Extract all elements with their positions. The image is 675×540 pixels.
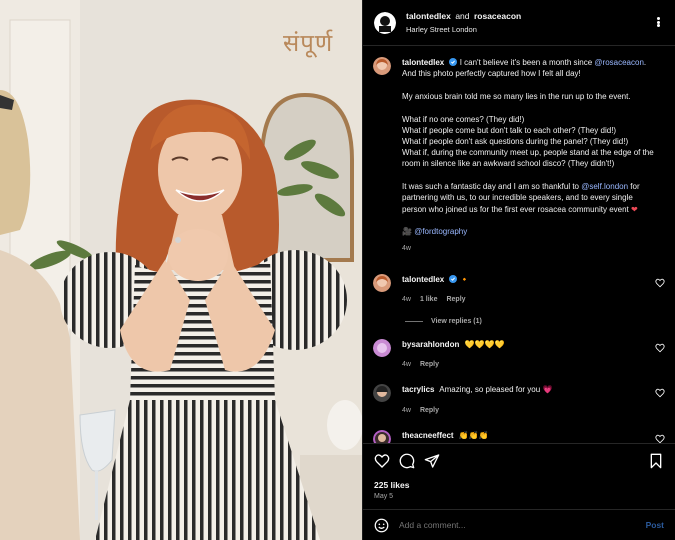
caption-time[interactable]: 4w — [402, 243, 411, 254]
comment-item: tacrylics Amazing, so pleased for you 💗 … — [373, 384, 665, 415]
caption-body: talontedlex I can't believe it's been a … — [402, 57, 658, 255]
caption-line-3a: What if no one comes? (They did!) — [402, 114, 525, 124]
reply-button[interactable]: Reply — [446, 294, 465, 305]
heart-emoji: ❤ — [631, 204, 638, 214]
comment-item: theacneeffect 👏👏👏 — [373, 429, 665, 443]
post-date: May 5 — [374, 493, 394, 500]
post-panel: talontedlex and rosaceacon Harley Street… — [362, 0, 675, 540]
comment-time[interactable]: 4w — [402, 405, 411, 416]
caption-text-4a: It was such a fantastic day and I am so … — [402, 182, 579, 192]
heart-outline-icon[interactable] — [655, 343, 665, 353]
heart-outline-icon[interactable] — [655, 388, 665, 398]
comment-time[interactable]: 4w — [402, 294, 411, 305]
comment-emoji: 👏👏👏 — [458, 430, 489, 440]
verified-badge-icon — [449, 274, 458, 283]
comment-time[interactable]: 4w — [402, 359, 411, 370]
share-paper-plane-icon[interactable] — [424, 453, 440, 469]
post-comment-button[interactable]: Post — [646, 520, 664, 530]
mention-fordtography[interactable]: @fordtography — [414, 227, 467, 236]
comments-section[interactable]: talontedlex I can't believe it's been a … — [363, 47, 675, 443]
caption-line-3b: What if people come but don't talk to ea… — [402, 125, 617, 135]
comment-bubble-icon[interactable] — [399, 453, 415, 469]
post-actions: 225 likes May 5 — [363, 443, 675, 509]
comment-emoji: 💛💛💛💛 — [464, 340, 505, 350]
comment-avatar[interactable] — [373, 429, 391, 443]
post-header: talontedlex and rosaceacon Harley Street… — [363, 0, 675, 46]
comment-input[interactable] — [399, 520, 646, 530]
add-comment-bar: Post — [363, 509, 675, 540]
header-text: talontedlex and rosaceacon Harley Street… — [406, 9, 521, 36]
view-replies-button[interactable]: View replies (1) — [405, 318, 665, 325]
comment-avatar[interactable] — [373, 384, 391, 403]
caption-line-3c: What if people don't ask questions durin… — [402, 137, 629, 147]
caption-line-3d: What if, during the community meet up, p… — [402, 148, 654, 169]
reply-button[interactable]: Reply — [420, 405, 439, 416]
verified-badge-icon — [449, 58, 458, 66]
comment-text: Amazing, so pleased for you — [439, 385, 541, 395]
comment-item: bysarahlondon 💛💛💛💛 4w Reply — [373, 339, 665, 370]
reply-button[interactable]: Reply — [420, 359, 439, 370]
mention-rosaceacon[interactable]: @rosaceacon — [594, 58, 643, 67]
author-username[interactable]: talontedlex — [406, 11, 451, 21]
bookmark-icon[interactable] — [648, 453, 664, 469]
comment-username[interactable]: theacneeffect — [402, 431, 454, 440]
wall-lettering: संपूर्ण — [283, 29, 334, 57]
more-options-icon[interactable] — [651, 15, 665, 29]
like-heart-icon[interactable] — [374, 453, 390, 469]
comment-emoji: 💗 — [542, 385, 553, 395]
mention-self-london[interactable]: @self.london — [581, 182, 628, 191]
comment-username[interactable]: bysarahlondon — [402, 340, 459, 349]
view-replies-label: View replies (1) — [431, 318, 482, 326]
emoji-smiley-icon[interactable] — [374, 518, 389, 533]
comment-avatar[interactable] — [373, 273, 391, 292]
likes-count[interactable]: 225 likes — [374, 480, 664, 490]
heart-outline-icon[interactable] — [655, 278, 665, 288]
heart-outline-icon[interactable] — [655, 434, 665, 443]
collab-username[interactable]: rosaceacon — [474, 11, 521, 21]
caption-avatar[interactable] — [373, 57, 391, 75]
location-link[interactable]: Harley Street London — [406, 24, 521, 36]
comment-item: talontedlex 🔸 4w 1 like Reply — [373, 273, 665, 305]
replies-divider — [405, 321, 423, 323]
comment-avatar[interactable] — [373, 339, 391, 358]
comment-username[interactable]: talontedlex — [402, 275, 444, 284]
caption-text-1a: I can't believe it's been a month since — [459, 58, 593, 67]
comment-username[interactable]: tacrylics — [402, 385, 434, 394]
caption: talontedlex I can't believe it's been a … — [373, 57, 665, 255]
caption-username[interactable]: talontedlex — [402, 58, 444, 67]
author-avatar[interactable] — [374, 11, 396, 34]
post-photo: संपूर्ण — [0, 0, 362, 540]
caption-text-2: My anxious brain told me so many lies in… — [402, 91, 631, 101]
comment-likes[interactable]: 1 like — [420, 294, 438, 305]
comment-emoji: 🔸 — [459, 274, 470, 284]
photo-illustration — [0, 0, 362, 540]
and-text: and — [455, 11, 470, 21]
camera-emoji-icon: 🎥 — [402, 227, 412, 237]
